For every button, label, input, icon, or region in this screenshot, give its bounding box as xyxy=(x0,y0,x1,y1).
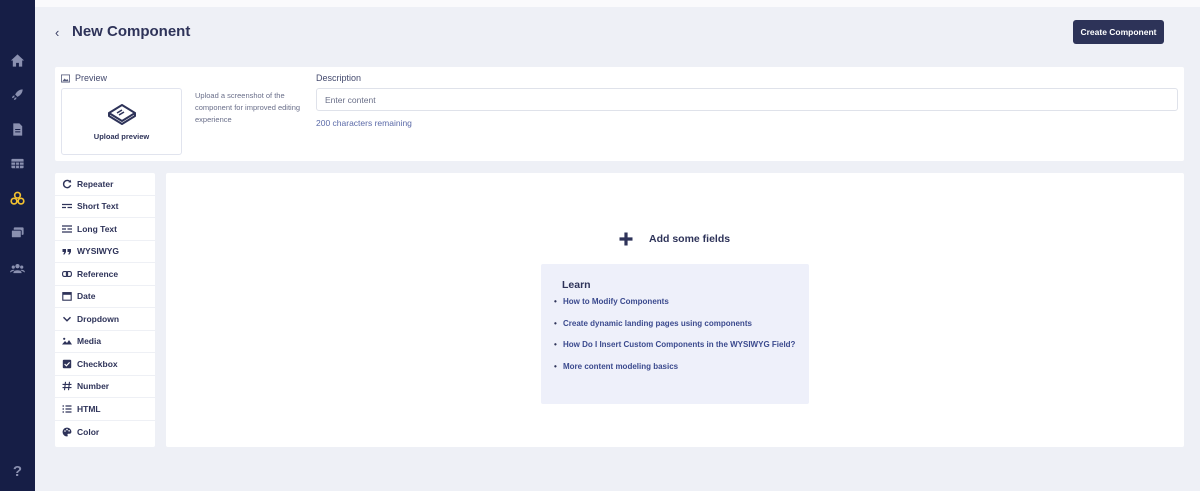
field-type-label: Color xyxy=(77,426,100,437)
palette-icon xyxy=(61,426,72,437)
field-type-number[interactable]: Number xyxy=(55,376,155,398)
help-icon[interactable]: ? xyxy=(9,463,26,480)
users-icon[interactable] xyxy=(9,260,26,277)
add-fields-label: Add some fields xyxy=(649,233,731,245)
sidebar-rail: ? xyxy=(0,0,35,491)
repeat-icon xyxy=(61,178,72,189)
field-type-label: Short Text xyxy=(77,201,119,212)
component-details-card: Preview Upload preview Upload a screensh… xyxy=(55,67,1184,161)
calendar-icon xyxy=(61,291,72,302)
rocket-icon[interactable] xyxy=(9,86,26,103)
image-icon xyxy=(61,336,72,347)
field-type-long-text[interactable]: Long Text xyxy=(55,218,155,241)
field-type-date[interactable]: Date xyxy=(55,286,155,308)
field-type-list: Repeater Short Text Long Text WYSIWYG Re… xyxy=(55,173,155,447)
field-type-media[interactable]: Media xyxy=(55,331,155,353)
field-type-short-text[interactable]: Short Text xyxy=(55,196,155,218)
field-type-label: WYSIWYG xyxy=(77,246,120,257)
field-type-checkbox[interactable]: Checkbox xyxy=(55,353,155,376)
upload-help-text: Upload a screenshot of the component for… xyxy=(195,91,301,124)
learn-panel: Learn How to Modify Components Create dy… xyxy=(541,264,809,404)
field-type-label: Long Text xyxy=(77,223,117,234)
field-type-label: Repeater xyxy=(77,178,114,189)
field-type-repeater[interactable]: Repeater xyxy=(55,173,155,196)
plus-icon xyxy=(619,232,633,246)
media-icon[interactable] xyxy=(9,224,26,241)
add-fields-prompt[interactable]: Add some fields xyxy=(619,232,730,246)
document-icon[interactable] xyxy=(9,121,26,138)
preview-label: Preview xyxy=(61,73,107,83)
fields-canvas[interactable]: Add some fields Learn How to Modify Comp… xyxy=(166,173,1184,447)
learn-link[interactable]: Create dynamic landing pages using compo… xyxy=(554,317,802,331)
learn-link[interactable]: How Do I Insert Custom Components in the… xyxy=(554,338,802,352)
home-icon[interactable] xyxy=(9,52,26,69)
checkbox-icon xyxy=(61,358,72,369)
create-component-button[interactable]: Create Component xyxy=(1073,20,1164,44)
quote-icon xyxy=(61,246,72,257)
link-icon xyxy=(61,268,72,279)
field-type-label: Reference xyxy=(77,268,119,279)
field-type-label: Dropdown xyxy=(77,313,120,324)
learn-links: How to Modify Components Create dynamic … xyxy=(554,295,802,381)
page-title: New Component xyxy=(72,23,191,40)
learn-link[interactable]: More content modeling basics xyxy=(554,360,802,374)
characters-remaining: 200 characters remaining xyxy=(316,118,412,128)
field-type-html[interactable]: HTML xyxy=(55,398,155,421)
description-input[interactable] xyxy=(316,88,1178,111)
field-type-reference[interactable]: Reference xyxy=(55,263,155,286)
hash-icon xyxy=(61,381,72,392)
image-icon xyxy=(61,73,70,83)
learn-link[interactable]: How to Modify Components xyxy=(554,295,802,309)
field-type-label: Date xyxy=(77,291,96,302)
upload-box-icon xyxy=(108,104,136,125)
description-label: Description xyxy=(316,73,362,83)
chevron-down-icon xyxy=(61,313,72,324)
field-type-label: Number xyxy=(77,381,110,392)
field-type-dropdown[interactable]: Dropdown xyxy=(55,308,155,331)
long-text-icon xyxy=(61,223,72,234)
field-type-label: Media xyxy=(77,336,102,347)
field-type-wysiwyg[interactable]: WYSIWYG xyxy=(55,241,155,263)
upload-preview-label: Upload preview xyxy=(93,132,150,141)
back-button[interactable]: ‹ xyxy=(55,25,59,40)
field-type-color[interactable]: Color xyxy=(55,421,155,444)
components-icon[interactable] xyxy=(9,190,26,207)
learn-title: Learn xyxy=(562,279,591,291)
top-frame xyxy=(35,0,1200,7)
upload-preview-dropzone[interactable]: Upload preview xyxy=(61,88,182,155)
short-text-icon xyxy=(61,201,72,212)
field-type-label: Checkbox xyxy=(77,358,118,369)
table-icon[interactable] xyxy=(9,155,26,172)
list-icon xyxy=(61,403,72,414)
field-type-label: HTML xyxy=(77,403,101,414)
preview-label-text: Preview xyxy=(75,73,108,83)
